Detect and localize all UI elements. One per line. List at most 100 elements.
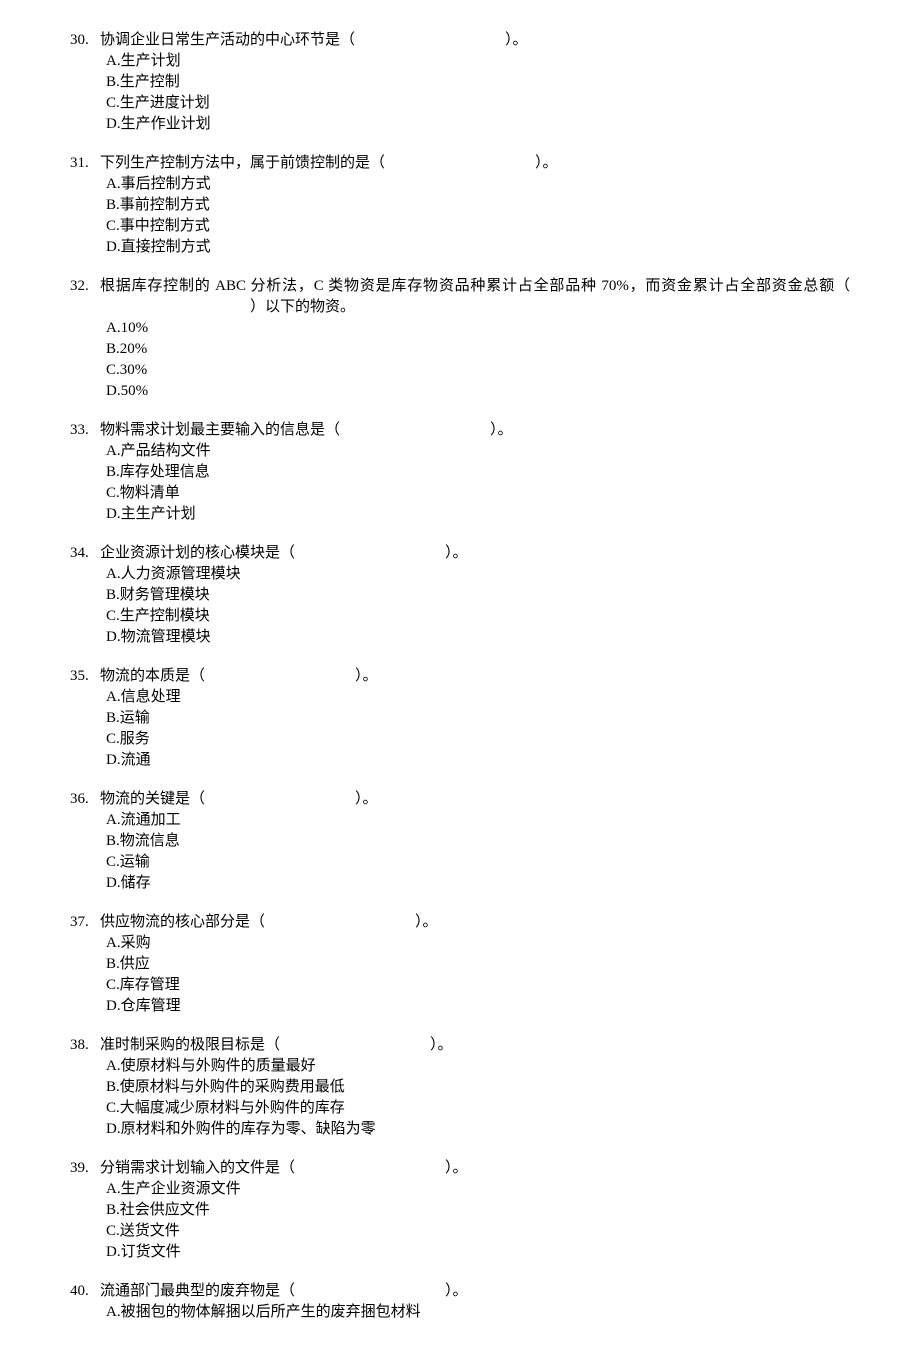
question-header: 32.根据库存控制的 ABC 分析法，C 类物资是库存物资品种累计占全部品种 7… bbox=[70, 276, 850, 318]
option[interactable]: C.大幅度减少原材料与外购件的库存 bbox=[106, 1098, 850, 1119]
option[interactable]: C.物料清单 bbox=[106, 483, 850, 504]
question-number: 30. bbox=[70, 30, 100, 51]
option[interactable]: C.库存管理 bbox=[106, 975, 850, 996]
question-header: 34.企业资源计划的核心模块是（ ）。 bbox=[70, 543, 850, 564]
option[interactable]: D.仓库管理 bbox=[106, 996, 850, 1017]
question: 31.下列生产控制方法中，属于前馈控制的是（）。A.事后控制方式B.事前控制方式… bbox=[70, 153, 850, 258]
option[interactable]: B.物流信息 bbox=[106, 831, 850, 852]
question-stem: 供应物流的核心部分是（）。 bbox=[100, 912, 850, 933]
option[interactable]: B.事前控制方式 bbox=[106, 195, 850, 216]
question-header: 39.分销需求计划输入的文件是（ ）。 bbox=[70, 1158, 850, 1179]
stem-pre: 物流的关键是（ bbox=[100, 791, 205, 807]
question-number: 40. bbox=[70, 1281, 100, 1302]
option[interactable]: A.使原材料与外购件的质量最好 bbox=[106, 1056, 850, 1077]
option[interactable]: D.流通 bbox=[106, 750, 850, 771]
question: 39.分销需求计划输入的文件是（ ）。 A.生产企业资源文件B.社会供应文件C.送货… bbox=[70, 1158, 850, 1263]
question: 36.物流的关键是（）。A.流通加工B.物流信息C.运输D.储存 bbox=[70, 789, 850, 894]
question-header: 40.流通部门最典型的废弃物是（ ）。 bbox=[70, 1281, 850, 1302]
question-stem: 下列生产控制方法中，属于前馈控制的是（）。 bbox=[100, 153, 850, 174]
option[interactable]: A.事后控制方式 bbox=[106, 174, 850, 195]
option[interactable]: B.生产控制 bbox=[106, 72, 850, 93]
options: A.生产计划B.生产控制C.生产进度计划D.生产作业计划 bbox=[106, 51, 850, 135]
option[interactable]: A.人力资源管理模块 bbox=[106, 564, 850, 585]
stem-post: ）。 bbox=[445, 1283, 468, 1299]
stem-post: ）。 bbox=[490, 422, 513, 438]
stem-pre: 物流的本质是（ bbox=[100, 668, 205, 684]
option[interactable]: C.生产进度计划 bbox=[106, 93, 850, 114]
stem-pre: 下列生产控制方法中，属于前馈控制的是（ bbox=[100, 155, 385, 171]
option[interactable]: D.储存 bbox=[106, 873, 850, 894]
question-number: 38. bbox=[70, 1035, 100, 1056]
stem-post: ）以下的物资。 bbox=[250, 299, 355, 315]
question: 37.供应物流的核心部分是（）。A.采购B.供应C.库存管理D.仓库管理 bbox=[70, 912, 850, 1017]
option[interactable]: D.生产作业计划 bbox=[106, 114, 850, 135]
option[interactable]: D.原材料和外购件的库存为零、缺陷为零 bbox=[106, 1119, 850, 1140]
options: A.流通加工B.物流信息C.运输D.储存 bbox=[106, 810, 850, 894]
option[interactable]: D.物流管理模块 bbox=[106, 627, 850, 648]
question: 32.根据库存控制的 ABC 分析法，C 类物资是库存物资品种累计占全部品种 7… bbox=[70, 276, 850, 402]
question-number: 32. bbox=[70, 276, 100, 297]
option[interactable]: C.事中控制方式 bbox=[106, 216, 850, 237]
option[interactable]: D.50% bbox=[106, 381, 850, 402]
option[interactable]: B.运输 bbox=[106, 708, 850, 729]
stem-post: ）。 bbox=[415, 914, 438, 930]
question-header: 35.物流的本质是（ ）。 bbox=[70, 666, 850, 687]
option[interactable]: D.直接控制方式 bbox=[106, 237, 850, 258]
question-header: 31.下列生产控制方法中，属于前馈控制的是（）。 bbox=[70, 153, 850, 174]
question-number: 35. bbox=[70, 666, 100, 687]
option[interactable]: B.供应 bbox=[106, 954, 850, 975]
question-stem: 根据库存控制的 ABC 分析法，C 类物资是库存物资品种累计占全部品种 70%，… bbox=[100, 276, 850, 318]
option[interactable]: D.主生产计划 bbox=[106, 504, 850, 525]
option[interactable]: A.10% bbox=[106, 318, 850, 339]
stem-pre: 企业资源计划的核心模块是（ bbox=[100, 545, 295, 561]
option[interactable]: A.生产企业资源文件 bbox=[106, 1179, 850, 1200]
option[interactable]: B.社会供应文件 bbox=[106, 1200, 850, 1221]
question-number: 39. bbox=[70, 1158, 100, 1179]
options: A.被捆包的物体解捆以后所产生的废弃捆包材料 bbox=[106, 1302, 850, 1323]
option[interactable]: A.信息处理 bbox=[106, 687, 850, 708]
stem-post: ）。 bbox=[445, 545, 468, 561]
stem-post: ）。 bbox=[430, 1037, 453, 1053]
option[interactable]: A.产品结构文件 bbox=[106, 441, 850, 462]
stem-pre: 流通部门最典型的废弃物是（ bbox=[100, 1283, 295, 1299]
question-stem: 物流的本质是（ ）。 bbox=[100, 666, 850, 687]
question-header: 36.物流的关键是（）。 bbox=[70, 789, 850, 810]
option[interactable]: D.订货文件 bbox=[106, 1242, 850, 1263]
question-number: 33. bbox=[70, 420, 100, 441]
options: A.采购B.供应C.库存管理D.仓库管理 bbox=[106, 933, 850, 1017]
question-header: 38.准时制采购的极限目标是（）。 bbox=[70, 1035, 850, 1056]
options: A.信息处理B.运输C.服务D.流通 bbox=[106, 687, 850, 771]
option[interactable]: A.流通加工 bbox=[106, 810, 850, 831]
options: A.生产企业资源文件B.社会供应文件C.送货文件D.订货文件 bbox=[106, 1179, 850, 1263]
option[interactable]: A.生产计划 bbox=[106, 51, 850, 72]
option[interactable]: A.被捆包的物体解捆以后所产生的废弃捆包材料 bbox=[106, 1302, 850, 1323]
question: 40.流通部门最典型的废弃物是（ ）。 A.被捆包的物体解捆以后所产生的废弃捆包材料 bbox=[70, 1281, 850, 1323]
option[interactable]: B.财务管理模块 bbox=[106, 585, 850, 606]
option[interactable]: B.使原材料与外购件的采购费用最低 bbox=[106, 1077, 850, 1098]
question-stem: 分销需求计划输入的文件是（ ）。 bbox=[100, 1158, 850, 1179]
option[interactable]: B.20% bbox=[106, 339, 850, 360]
stem-post: ）。 bbox=[445, 1160, 468, 1176]
question-number: 34. bbox=[70, 543, 100, 564]
option[interactable]: C.生产控制模块 bbox=[106, 606, 850, 627]
stem-post: ）。 bbox=[355, 791, 378, 807]
question: 34.企业资源计划的核心模块是（ ）。 A.人力资源管理模块B.财务管理模块C.生产… bbox=[70, 543, 850, 648]
options: A.10%B.20%C.30%D.50% bbox=[106, 318, 850, 402]
question: 38.准时制采购的极限目标是（）。A.使原材料与外购件的质量最好B.使原材料与外… bbox=[70, 1035, 850, 1140]
stem-pre: 物料需求计划最主要输入的信息是（ bbox=[100, 422, 340, 438]
option[interactable]: C.30% bbox=[106, 360, 850, 381]
question-header: 37.供应物流的核心部分是（）。 bbox=[70, 912, 850, 933]
option[interactable]: B.库存处理信息 bbox=[106, 462, 850, 483]
question-header: 30.协调企业日常生产活动的中心环节是（）。 bbox=[70, 30, 850, 51]
stem-pre: 根据库存控制的 ABC 分析法，C 类物资是库存物资品种累计占全部品种 70%，… bbox=[100, 278, 850, 294]
stem-post: ）。 bbox=[355, 668, 378, 684]
option[interactable]: A.采购 bbox=[106, 933, 850, 954]
option[interactable]: C.服务 bbox=[106, 729, 850, 750]
question-stem: 准时制采购的极限目标是（）。 bbox=[100, 1035, 850, 1056]
question-stem: 企业资源计划的核心模块是（ ）。 bbox=[100, 543, 850, 564]
question-header: 33.物料需求计划最主要输入的信息是（ ）。 bbox=[70, 420, 850, 441]
stem-pre: 分销需求计划输入的文件是（ bbox=[100, 1160, 295, 1176]
option[interactable]: C.送货文件 bbox=[106, 1221, 850, 1242]
option[interactable]: C.运输 bbox=[106, 852, 850, 873]
question-stem: 物料需求计划最主要输入的信息是（ ）。 bbox=[100, 420, 850, 441]
